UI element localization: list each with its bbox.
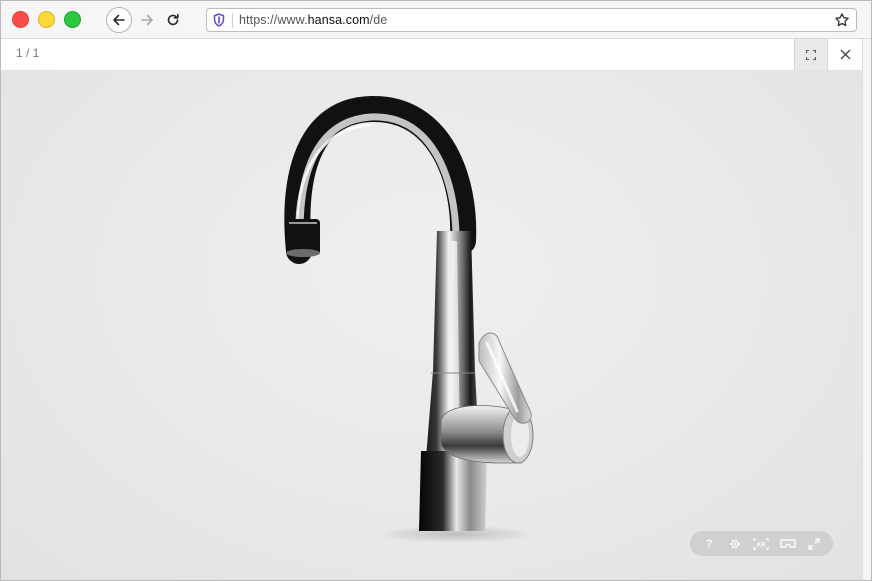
reload-button[interactable] (160, 7, 186, 33)
url-domain: hansa.com (307, 13, 370, 27)
fullscreen-button[interactable] (794, 39, 828, 70)
close-window-button[interactable] (12, 11, 29, 28)
viewer-header: 1 / 1 (1, 39, 863, 71)
viewer-close-button[interactable] (830, 39, 860, 70)
star-icon[interactable] (834, 12, 850, 28)
zoom-window-button[interactable] (64, 11, 81, 28)
forward-button[interactable] (134, 7, 160, 33)
browser-toolbar: https://www.hansa.com/de (1, 1, 871, 39)
scrollbar-track[interactable] (862, 39, 871, 580)
help-icon: ? (705, 537, 713, 550)
reload-icon (167, 13, 179, 26)
expand-icon (808, 537, 820, 550)
ar-button[interactable]: AR (750, 534, 772, 554)
url-prefix: https://www. (239, 13, 308, 27)
back-button[interactable] (106, 7, 132, 33)
help-button[interactable]: ? (698, 534, 720, 554)
ar-label: AR (757, 541, 767, 548)
minimize-window-button[interactable] (38, 11, 55, 28)
url-path: /de (369, 13, 388, 27)
gear-icon (730, 538, 740, 549)
slide-counter: 1 / 1 (16, 46, 40, 60)
shield-icon[interactable] (212, 13, 226, 27)
model-viewer-stage[interactable]: ? AR (1, 71, 862, 580)
vr-headset-icon (779, 539, 796, 548)
faucet-image (284, 95, 536, 543)
ar-icon: AR (753, 537, 770, 550)
url-separator (232, 13, 233, 28)
fullscreen-corners-icon (806, 49, 816, 60)
url-text[interactable]: https://www.hansa.com/de (239, 13, 387, 27)
browser-window: https://www.hansa.com/de 1 / 1 ? AR (0, 0, 872, 581)
viewer-controls: ? AR (690, 531, 833, 556)
address-bar[interactable]: https://www.hansa.com/de (206, 8, 857, 32)
vr-button[interactable] (777, 534, 799, 554)
expand-button[interactable] (803, 534, 825, 554)
settings-button[interactable] (724, 534, 746, 554)
arrow-left-icon (113, 14, 125, 26)
arrow-right-icon (141, 14, 153, 26)
close-icon (840, 49, 850, 60)
